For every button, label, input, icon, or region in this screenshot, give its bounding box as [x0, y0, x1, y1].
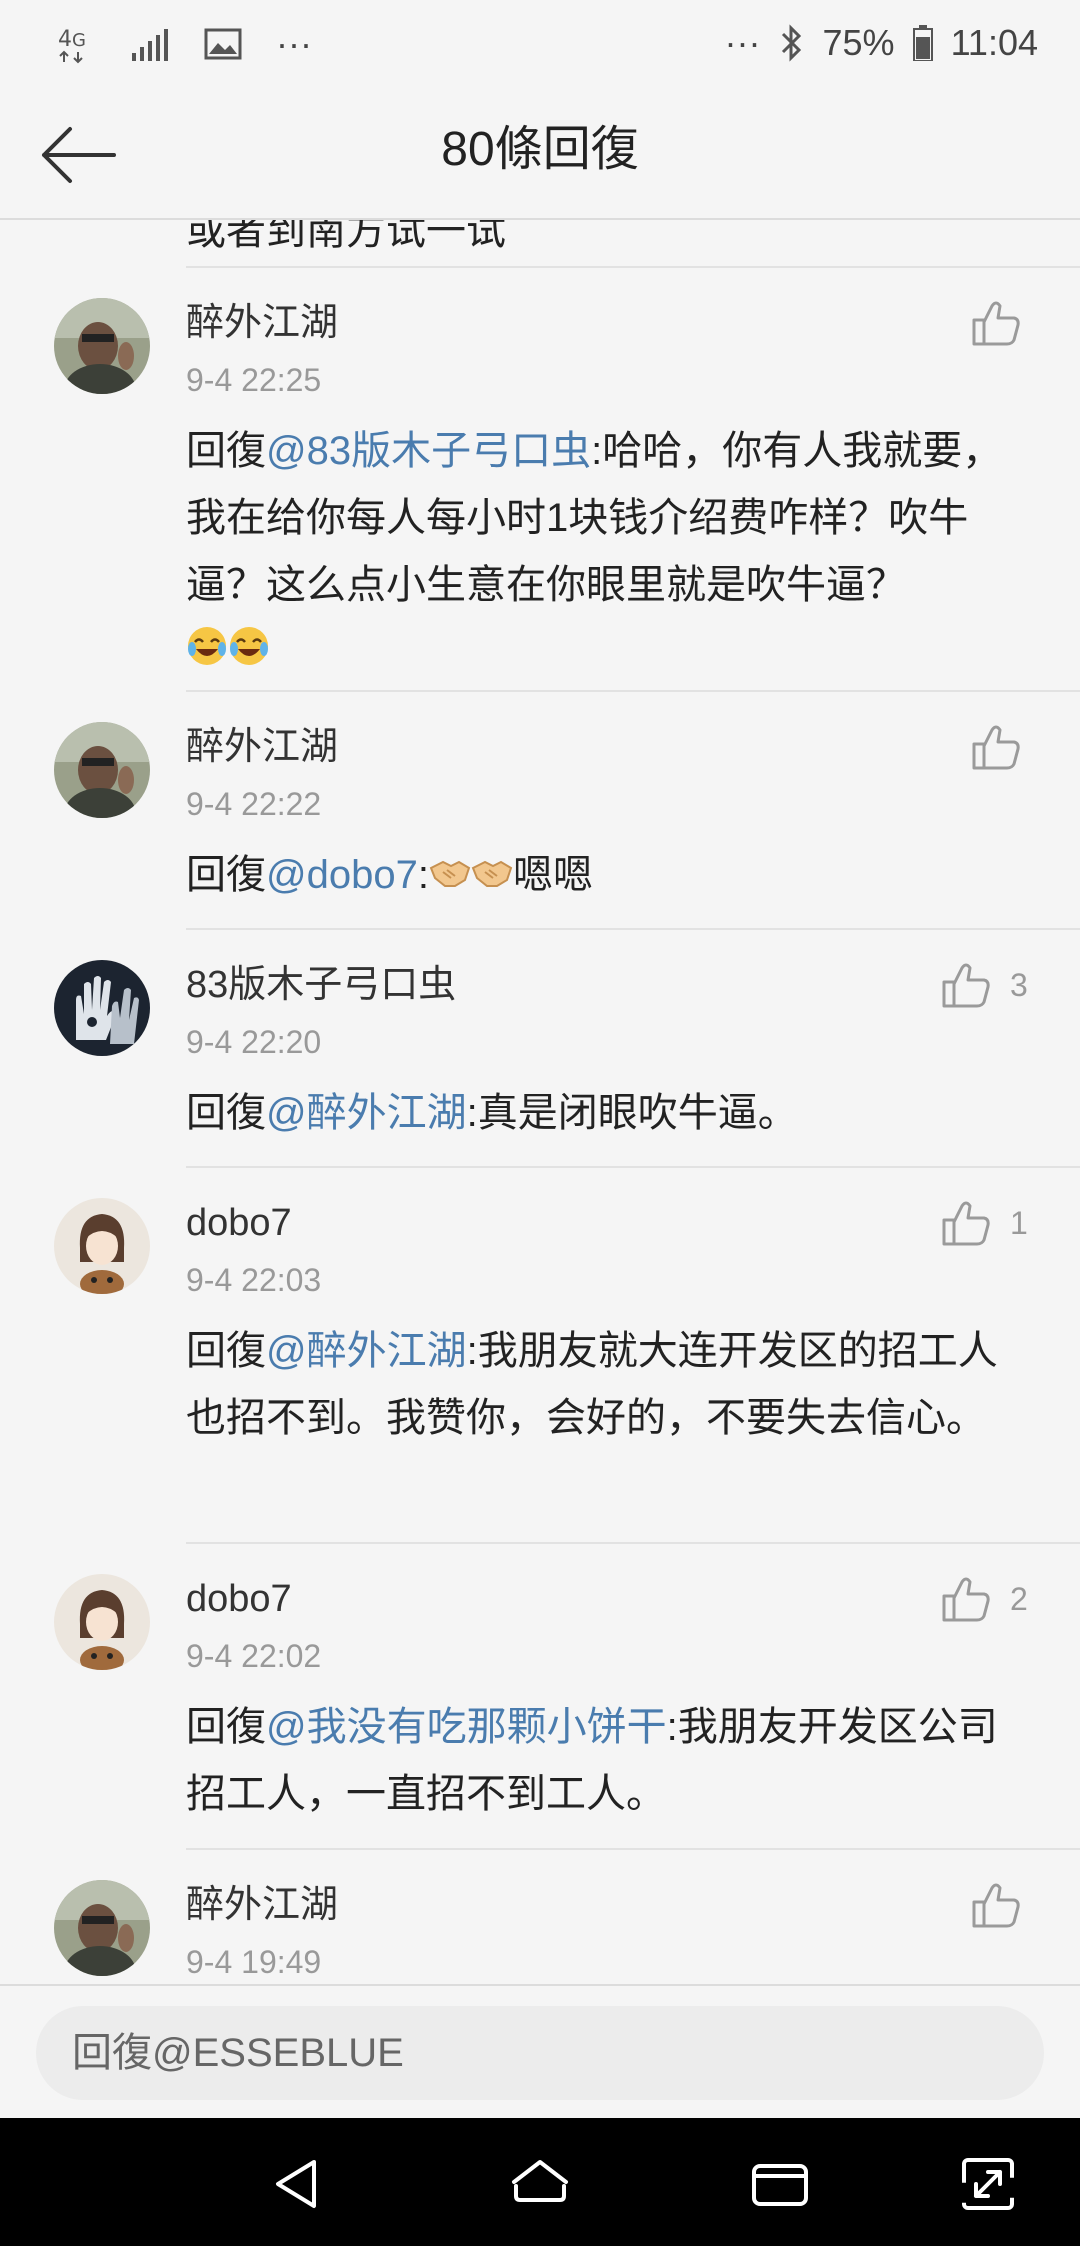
- comment-body: 回復@我没有吃那颗小饼干:我朋友开发区公司招工人，一直招不到工人。: [186, 1694, 1036, 1828]
- comment-item[interactable]: 83版木子弓口虫 9-4 22:20 3 回復@醉外江湖:真是闭眼吹牛逼。: [0, 930, 1080, 1168]
- svg-text:4: 4: [58, 27, 72, 52]
- comment-time: 9-4 22:25: [186, 362, 322, 398]
- nav-rotate-button[interactable]: [956, 2152, 1020, 2216]
- nav-back-button[interactable]: [268, 2152, 332, 2216]
- avatar[interactable]: [54, 298, 150, 394]
- comment-body: 回復@83版木子弓口虫:哈哈，你有人我就要，我在给你每人每小时1块钱介绍费咋样？…: [186, 418, 1036, 688]
- partial-comment-text: 或者到南方试一试: [186, 220, 506, 253]
- like-button[interactable]: 3: [942, 962, 1028, 1008]
- comment-text: 嗯嗯: [512, 853, 593, 897]
- comment-item[interactable]: dobo7 9-4 22:02 2 回復@我没有吃那颗小饼干:我朋友开发区公司招…: [0, 1544, 1080, 1850]
- comment-author[interactable]: dobo7: [186, 1574, 292, 1624]
- comment-text: :真是闭眼吹牛逼。: [466, 1091, 798, 1135]
- avatar[interactable]: [54, 1880, 150, 1976]
- status-more-right: ···: [724, 22, 761, 63]
- comment-author[interactable]: dobo7: [186, 1198, 292, 1248]
- comment-item[interactable]: 醉外江湖 9-4 22:22 回復@dobo7: 嗯嗯: [0, 692, 1080, 930]
- like-count: 1: [1010, 1204, 1028, 1241]
- avatar[interactable]: [54, 722, 150, 818]
- back-triangle-icon: [276, 2160, 316, 2208]
- battery-percent: 75%: [822, 22, 895, 63]
- status-bar: 4 G ··· ··· 75% 11:04: [0, 0, 1080, 90]
- status-more: ···: [276, 23, 312, 64]
- like-button[interactable]: [972, 1882, 1020, 1928]
- nav-home-button[interactable]: [508, 2152, 572, 2216]
- avatar[interactable]: [54, 1198, 150, 1294]
- like-count: 3: [1010, 966, 1028, 1003]
- comment-list[interactable]: 或者到南方试一试 醉外江湖 9-4 22:25 回復@83版木子弓口虫:哈哈，你…: [0, 220, 1080, 1984]
- laughing-crying-emoji-icon: [228, 621, 270, 688]
- rotate-icon: [962, 2158, 1014, 2210]
- comment-author[interactable]: 83版木子弓口虫: [186, 960, 456, 1010]
- comment-body: 回復@dobo7: 嗯嗯: [186, 842, 1036, 911]
- battery-icon: [912, 25, 933, 61]
- mention-link[interactable]: @83版木子弓口虫: [266, 429, 591, 473]
- reply-prefix: 回復: [186, 1705, 266, 1749]
- thumbs-up-icon: [972, 1883, 1020, 1928]
- comment-body: 回復@醉外江湖:真是闭眼吹牛逼。: [186, 1080, 1036, 1147]
- thumbs-up-icon: [942, 1577, 990, 1622]
- reply-prefix: 回復: [186, 429, 266, 473]
- like-button[interactable]: [972, 300, 1020, 346]
- svg-text:G: G: [72, 30, 86, 51]
- reply-prefix: 回復: [186, 1091, 266, 1135]
- comment-item[interactable]: 醉外江湖 9-4 22:25 回復@83版木子弓口虫:哈哈，你有人我就要，我在给…: [0, 268, 1080, 692]
- signal-icon: [130, 27, 170, 61]
- thumbs-up-icon: [942, 1201, 990, 1246]
- nav-recents-button[interactable]: [748, 2152, 812, 2216]
- home-icon: [512, 2160, 568, 2202]
- network-4g-icon: 4 G: [56, 22, 96, 66]
- comment-time: 9-4 22:22: [186, 786, 322, 822]
- mention-link[interactable]: @dobo7: [266, 853, 418, 897]
- like-button[interactable]: 2: [942, 1576, 1028, 1622]
- avatar[interactable]: [54, 960, 150, 1056]
- reply-prefix: 回復: [186, 1329, 266, 1373]
- comment-author[interactable]: 醉外江湖: [186, 1880, 338, 1930]
- handshake-emoji-icon: [471, 844, 513, 911]
- comment-text-separator: :: [417, 853, 429, 897]
- image-icon: [204, 28, 242, 60]
- reply-bar: [0, 1984, 1080, 2120]
- like-button[interactable]: 1: [942, 1200, 1028, 1246]
- comment-item[interactable]: dobo7 9-4 22:03 1 回復@醉外江湖:我朋友就大连开发区的招工人也…: [0, 1168, 1080, 1544]
- mention-link[interactable]: @醉外江湖: [266, 1329, 467, 1373]
- thumbs-up-icon: [972, 301, 1020, 346]
- page-title: 80條回復: [441, 123, 639, 176]
- comment-author[interactable]: 醉外江湖: [186, 298, 338, 348]
- comment-time: 9-4 22:20: [186, 1024, 322, 1060]
- system-nav-bar: [0, 2118, 1080, 2246]
- thumbs-up-icon: [942, 963, 990, 1008]
- comment-time: 9-4 19:49: [186, 1944, 322, 1980]
- handshake-emoji-icon: [429, 844, 471, 911]
- status-time: 11:04: [950, 22, 1038, 63]
- bluetooth-icon: [779, 23, 805, 63]
- mention-link[interactable]: @我没有吃那颗小饼干: [266, 1705, 667, 1749]
- mention-link[interactable]: @醉外江湖: [266, 1091, 467, 1135]
- recents-icon: [752, 2164, 808, 2206]
- top-bar: 80條回復: [0, 90, 1080, 220]
- thumbs-up-icon: [972, 725, 1020, 770]
- like-count: 2: [1010, 1580, 1028, 1617]
- comment-body: 回復@醉外江湖:我朋友就大连开发区的招工人也招不到。我赞你，会好的，不要失去信心…: [186, 1318, 1036, 1452]
- reply-prefix: 回復: [186, 853, 266, 897]
- comment-time: 9-4 22:03: [186, 1262, 322, 1298]
- comment-time: 9-4 22:02: [186, 1638, 322, 1674]
- comment-item[interactable]: 醉外江湖 9-4 19:49: [0, 1850, 1080, 1984]
- like-button[interactable]: [972, 724, 1020, 770]
- reply-input[interactable]: [36, 2006, 1044, 2100]
- avatar[interactable]: [54, 1574, 150, 1670]
- comment-author[interactable]: 醉外江湖: [186, 722, 338, 772]
- laughing-crying-emoji-icon: [186, 621, 228, 688]
